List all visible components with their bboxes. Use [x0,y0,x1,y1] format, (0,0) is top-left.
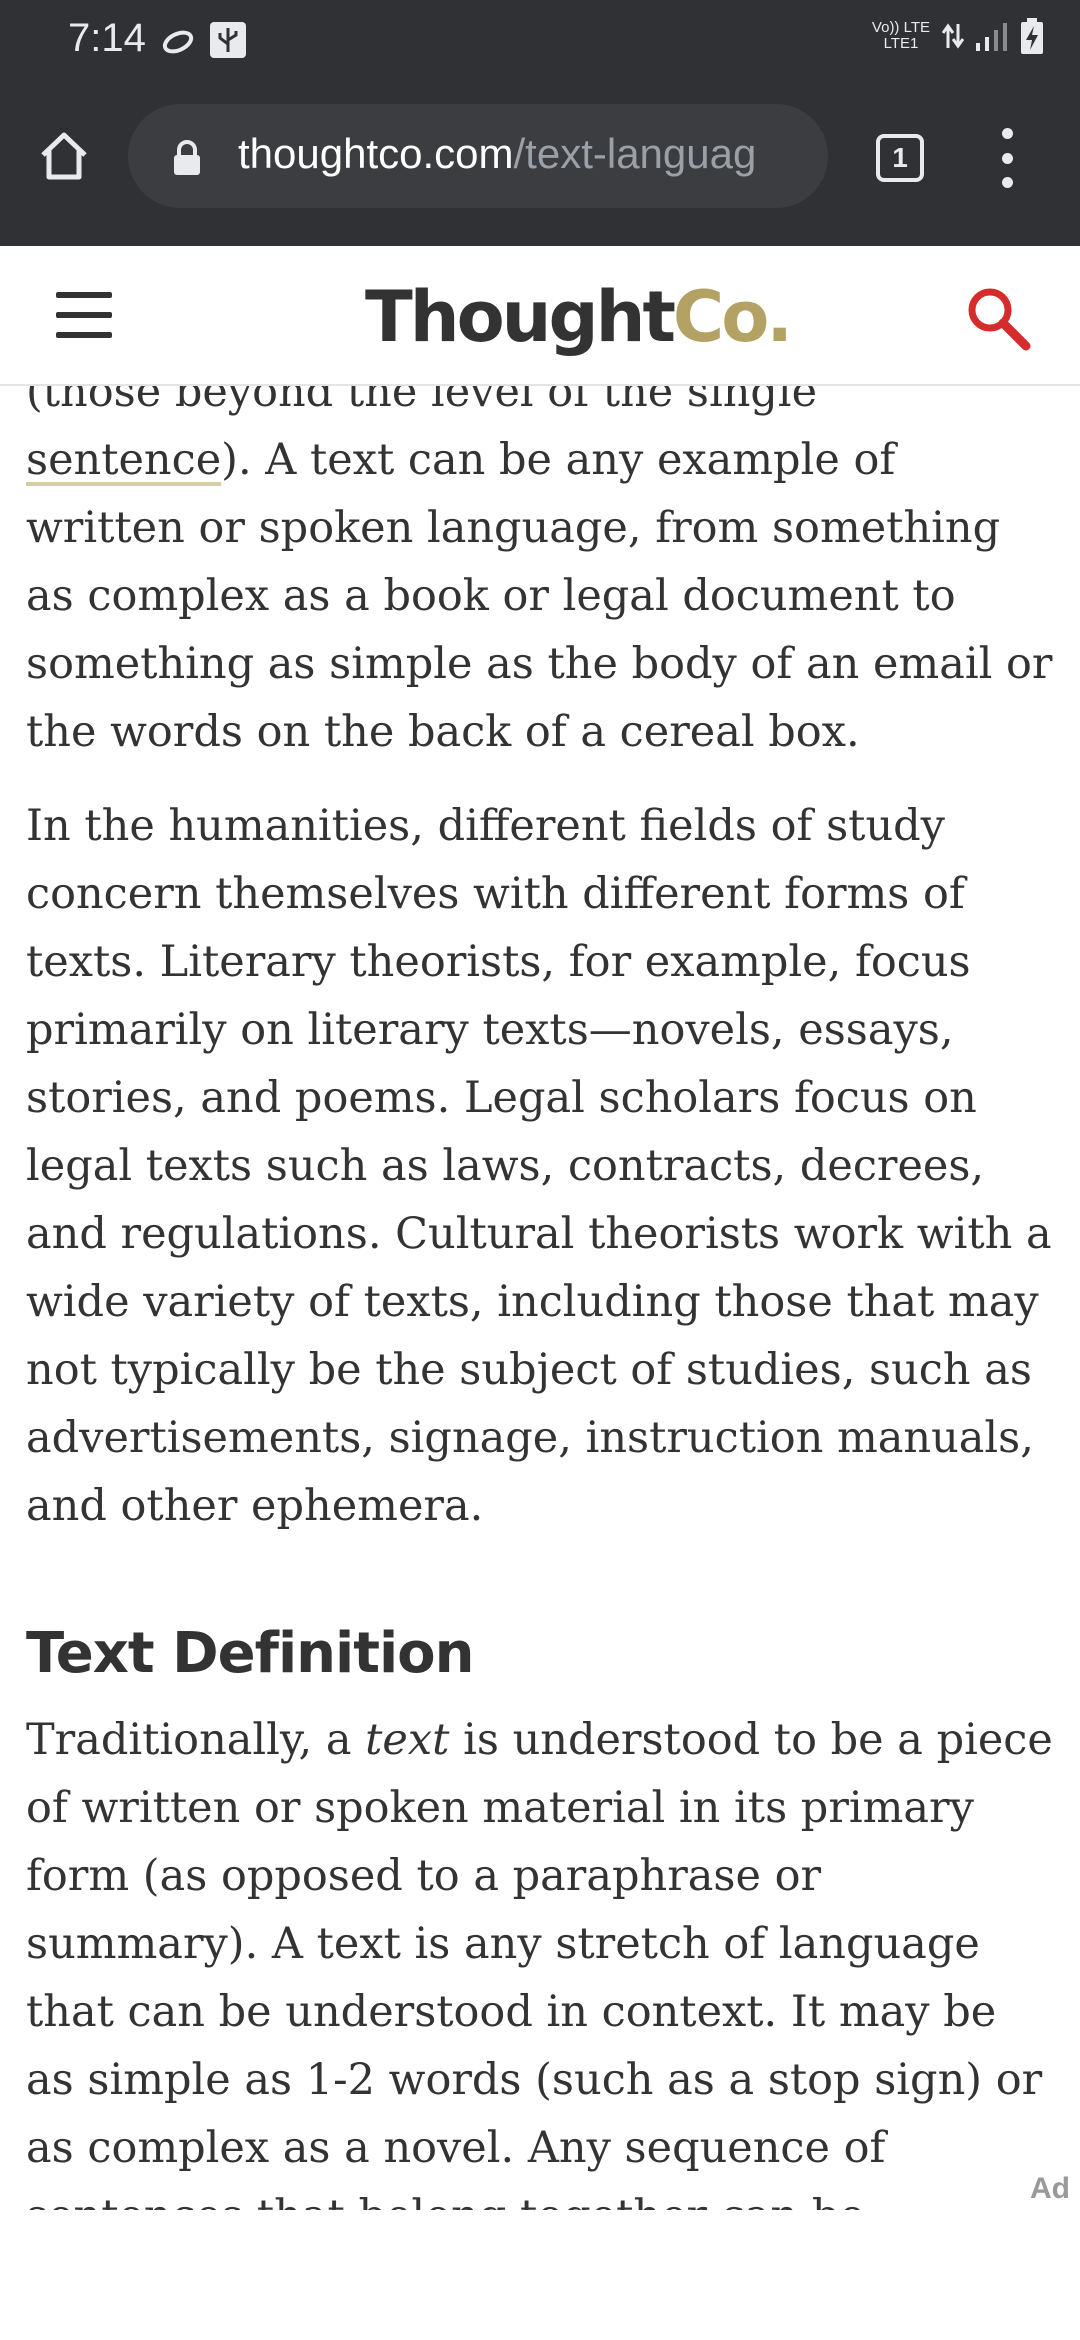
paragraph: Traditionally, a text is understood to b… [26,1715,1053,2210]
url-domain: thoughtco.com [238,130,514,177]
ad-label[interactable]: Ad [1030,2172,1070,2206]
signal-icon [976,23,1007,51]
network-label: Vo)) LTE LTE1 [871,19,930,52]
usb-icon [210,22,246,58]
browser-toolbar: thoughtco.com/text-languag 1 [0,84,1080,246]
status-right-icons: Vo)) LTE LTE1 [872,18,1044,54]
status-bar: 7:14 Vo)) LTE LTE1 [0,0,1080,84]
site-logo[interactable]: ThoughtCo. [365,276,793,358]
tab-switcher-button[interactable]: 1 [876,134,924,182]
arrows-icon [942,23,964,49]
italic-term: text [365,1715,450,1765]
home-button[interactable] [32,124,96,188]
status-time: 7:14 [68,16,146,60]
search-icon[interactable] [962,282,1034,354]
url-path: /text-languag [513,130,757,177]
article-body: (those beyond the level of the single sen… [26,358,1056,2210]
address-bar[interactable]: thoughtco.com/text-languag [128,104,828,208]
menu-dot [1001,152,1013,164]
lock-icon [174,140,200,175]
menu-dot [1001,128,1013,139]
sync-icon [162,30,194,54]
site-header: ThoughtCo. [0,246,1080,386]
status-left-icons [160,20,248,60]
home-icon [41,132,87,180]
battery-charging-icon [1021,18,1043,54]
url-text[interactable]: thoughtco.com/text-languag [238,130,818,178]
sentence-link[interactable]: sentence [26,435,221,485]
paragraph: In the humanities, different fields of s… [26,801,1052,1531]
overflow-menu-button[interactable] [990,124,1024,192]
menu-dot [1001,177,1013,188]
paragraph: (those beyond the level of the single sen… [26,358,1056,766]
section-heading: Text Definition [26,1621,475,1686]
hamburger-menu-icon[interactable] [56,292,112,338]
